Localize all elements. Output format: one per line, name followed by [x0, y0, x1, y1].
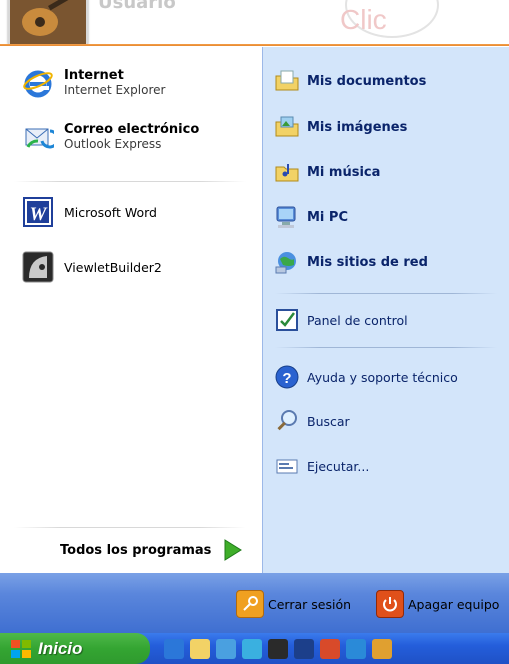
- media-player-quicklaunch-icon[interactable]: [346, 639, 366, 659]
- folder-quicklaunch-icon[interactable]: [190, 639, 210, 659]
- separator: [14, 527, 246, 528]
- my-pictures-icon: [273, 113, 301, 141]
- place-my-music[interactable]: Mi música: [273, 158, 380, 186]
- shutdown-label: Apagar equipo: [408, 596, 500, 612]
- place-label: Mi música: [307, 164, 381, 180]
- viewlet-quicklaunch-icon[interactable]: [268, 639, 288, 659]
- separator: [275, 347, 497, 348]
- recent-item-label: Microsoft Word: [64, 204, 157, 220]
- outlook-quicklaunch-icon[interactable]: [216, 639, 236, 659]
- my-music-icon: [273, 158, 301, 186]
- right-panel: Mis documentos Mis imágenes Mi música Mi…: [263, 47, 509, 573]
- run-item[interactable]: Ejecutar...: [273, 452, 369, 480]
- pinned-item-title: Correo electrónico: [64, 122, 200, 137]
- pinned-item-title: Internet: [64, 68, 124, 83]
- run-icon: [273, 452, 301, 480]
- left-panel: Internet Internet Explorer Correo electr…: [0, 47, 263, 573]
- place-my-documents[interactable]: Mis documentos: [273, 67, 426, 95]
- place-label: Mis documentos: [307, 73, 427, 89]
- all-programs-label: Todos los programas: [60, 542, 212, 558]
- start-button[interactable]: Inicio: [0, 633, 150, 664]
- session-bar: Cerrar sesión Apagar equipo: [0, 573, 509, 633]
- logoff-button[interactable]: Cerrar sesión: [236, 590, 351, 618]
- control-panel-icon: [273, 306, 301, 334]
- guitar-icon: [10, 0, 86, 44]
- separator: [275, 293, 497, 294]
- ie-quicklaunch-icon[interactable]: [164, 639, 184, 659]
- windows-flag-icon: [11, 639, 31, 658]
- game-quicklaunch-icon[interactable]: [372, 639, 392, 659]
- help-label: Ayuda y soporte técnico: [307, 369, 458, 385]
- user-picture[interactable]: [8, 0, 88, 46]
- word-icon: W: [20, 194, 56, 230]
- quick-launch: [164, 639, 398, 659]
- pinned-item-subtitle: Outlook Express: [64, 137, 162, 151]
- place-my-pictures[interactable]: Mis imágenes: [273, 113, 407, 141]
- place-label: Mis sitios de red: [307, 254, 428, 270]
- search-label: Buscar: [307, 413, 350, 429]
- search-item[interactable]: Buscar: [273, 407, 350, 435]
- network-places-icon: [273, 248, 301, 276]
- all-programs-button[interactable]: Todos los programas: [60, 538, 243, 562]
- recent-item-word[interactable]: W Microsoft Word: [20, 194, 157, 230]
- green-arrow-icon: [224, 539, 243, 561]
- viewletbuilder-icon: [20, 249, 56, 285]
- place-label: Mi PC: [307, 209, 348, 225]
- place-label: Mis imágenes: [307, 119, 408, 135]
- help-icon: ?: [273, 363, 301, 391]
- my-documents-icon: [273, 67, 301, 95]
- key-icon: [236, 590, 264, 618]
- search-icon: [273, 407, 301, 435]
- control-panel-label: Panel de control: [307, 312, 408, 328]
- taskbar: Inicio: [0, 633, 509, 664]
- svg-text:?: ?: [282, 370, 291, 387]
- start-label: Inicio: [38, 638, 83, 658]
- ftp-quicklaunch-icon[interactable]: [294, 639, 314, 659]
- outlook-express-icon: [20, 119, 56, 155]
- separator: [14, 181, 246, 182]
- app-quicklaunch-icon[interactable]: [320, 639, 340, 659]
- messenger-quicklaunch-icon[interactable]: [242, 639, 262, 659]
- run-label: Ejecutar...: [307, 458, 370, 474]
- pinned-item-subtitle: Internet Explorer: [64, 83, 166, 97]
- place-my-computer[interactable]: Mi PC: [273, 203, 348, 231]
- user-name: Usuario: [98, 0, 176, 13]
- help-item[interactable]: ? Ayuda y soporte técnico: [273, 363, 458, 391]
- pinned-item-internet[interactable]: Internet Internet Explorer: [20, 65, 165, 101]
- start-menu-header: Usuario Clic: [0, 0, 509, 46]
- my-computer-icon: [273, 203, 301, 231]
- watermark-text: Clic: [340, 4, 387, 35]
- shutdown-button[interactable]: Apagar equipo: [376, 590, 499, 618]
- logoff-label: Cerrar sesión: [268, 596, 352, 612]
- power-icon: [376, 590, 404, 618]
- header-edge: [0, 44, 509, 46]
- recent-item-viewletbuilder[interactable]: ViewletBuilder2: [20, 249, 162, 285]
- recent-item-label: ViewletBuilder2: [64, 259, 162, 275]
- svg-text:W: W: [30, 204, 48, 225]
- place-network[interactable]: Mis sitios de red: [273, 248, 428, 276]
- pinned-item-email[interactable]: Correo electrónico Outlook Express: [20, 119, 199, 155]
- control-panel-item[interactable]: Panel de control: [273, 306, 408, 334]
- internet-explorer-icon: [20, 65, 56, 101]
